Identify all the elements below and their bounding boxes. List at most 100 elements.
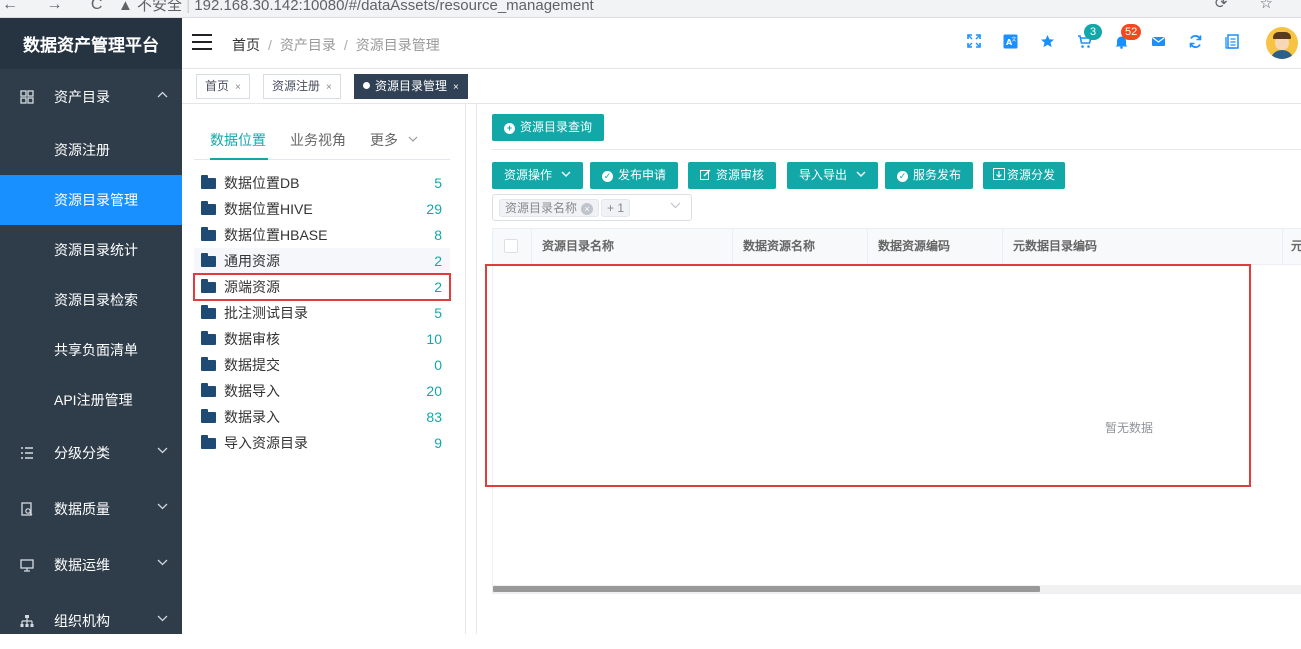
close-icon[interactable]: ×: [235, 82, 241, 93]
tree-node-data-submit[interactable]: 数据提交 0: [194, 352, 450, 378]
resource-ops-dropdown[interactable]: 资源操作: [492, 162, 584, 189]
tree-node-label: 数据提交: [224, 357, 280, 373]
list-icon: [20, 446, 34, 460]
tree-node-label: 数据审核: [224, 331, 280, 347]
sidebar-item-negative-list[interactable]: 共享负面清单: [0, 325, 182, 375]
cart-icon[interactable]: 3: [1066, 24, 1103, 54]
tree-tabs: 数据位置 业务视角 更多: [194, 122, 450, 160]
import-export-dropdown[interactable]: 导入导出: [787, 162, 879, 189]
breadcrumb-home[interactable]: 首页: [232, 37, 260, 53]
divider: [492, 149, 1301, 150]
tree-node-data-import[interactable]: 数据导入 20: [194, 378, 450, 404]
edit-icon: [700, 169, 711, 180]
tree-node-label: 数据导入: [224, 383, 280, 399]
user-avatar[interactable]: [1266, 27, 1298, 59]
scrollbar-thumb[interactable]: [493, 586, 1040, 592]
tag-home[interactable]: 首页 ×: [196, 74, 250, 99]
plus-circle-icon: +: [504, 123, 515, 134]
org-icon: [20, 614, 34, 628]
sidebar: 数据资产管理平台 资产目录 资源注册 资源目录管理 资源目录统计 资源目录检索 …: [0, 18, 182, 634]
menu-group-classification[interactable]: 分级分类: [0, 425, 182, 481]
tree-node-data-audit[interactable]: 数据审核 10: [194, 326, 450, 352]
tag-label: 首页: [205, 79, 230, 93]
tab-more[interactable]: 更多: [370, 130, 418, 150]
translate-icon[interactable]: A文: [992, 34, 1029, 54]
tree-node-label: 导入资源目录: [224, 435, 308, 451]
column-header-catalog-name[interactable]: 资源目录名称: [532, 229, 733, 265]
button-label: 导入导出: [799, 168, 848, 182]
document-icon[interactable]: [1214, 34, 1251, 54]
active-tab-indicator: [210, 158, 268, 160]
sidebar-item-resource-register[interactable]: 资源注册: [0, 125, 182, 175]
svg-text:文: 文: [1012, 36, 1017, 43]
tree-node-label: 批注测试目录: [224, 305, 308, 321]
chevron-down-icon: [157, 501, 168, 513]
button-label: 资源操作: [504, 168, 553, 182]
close-icon[interactable]: ×: [326, 82, 332, 93]
select-all-checkbox[interactable]: [504, 239, 518, 253]
publish-apply-button[interactable]: ✓ 发布申请: [590, 162, 679, 189]
hamburger-menu-icon[interactable]: [192, 34, 212, 50]
button-label: 资源审核: [716, 168, 765, 182]
mail-icon[interactable]: [1140, 34, 1177, 54]
tree-node-annotation-test[interactable]: 批注测试目录 5: [194, 300, 450, 326]
chip-close-icon[interactable]: ×: [581, 203, 594, 215]
security-warning: ▲ 不安全: [118, 0, 183, 14]
breadcrumb-assets[interactable]: 资产目录: [280, 37, 336, 53]
tree-node-label: 数据位置HIVE: [224, 201, 313, 217]
resource-dispatch-button[interactable]: 资源分发: [983, 162, 1066, 189]
fullscreen-icon[interactable]: [955, 34, 992, 54]
tag-resource-register[interactable]: 资源注册 ×: [263, 74, 341, 99]
tag-resource-catalog-management[interactable]: 资源目录管理 ×: [354, 74, 468, 99]
horizontal-scrollbar[interactable]: [493, 585, 1301, 593]
tree-node-hbase[interactable]: 数据位置HBASE 8: [194, 222, 450, 248]
tree-node-general[interactable]: 通用资源 2: [194, 248, 450, 274]
breadcrumb: 首页 / 资产目录 / 资源目录管理: [232, 37, 440, 53]
header-icons: A文 3 52: [955, 24, 1251, 54]
tree-node-source[interactable]: 源端资源 2: [193, 273, 451, 301]
notification-count-badge: 52: [1121, 24, 1142, 40]
doc-search-icon: [20, 502, 34, 516]
sidebar-item-api-register[interactable]: API注册管理: [0, 375, 182, 425]
resource-audit-button[interactable]: 资源审核: [688, 162, 777, 189]
tree-list: 数据位置DB 5 数据位置HIVE 29 数据位置HBASE 8 通用资源 2 源端资源…: [193, 170, 451, 456]
tree-node-db[interactable]: 数据位置DB 5: [194, 170, 450, 196]
tree-node-label: 数据位置HBASE: [224, 227, 328, 243]
browser-right-icons[interactable]: ⟳ ☆: [1215, 0, 1287, 12]
bell-icon[interactable]: 52: [1103, 24, 1142, 54]
select-all-cell: [493, 229, 532, 265]
folder-icon: [201, 175, 216, 189]
button-label: 资源目录查询: [520, 120, 593, 134]
close-icon[interactable]: ×: [453, 82, 459, 93]
menu-group-data-quality[interactable]: 数据质量: [0, 481, 182, 537]
tree-node-import-catalog[interactable]: 导入资源目录 9: [194, 430, 450, 456]
column-header-resource-code[interactable]: 数据资源编码: [868, 229, 1003, 265]
browser-nav-buttons[interactable]: ← → C: [2, 0, 114, 14]
menu-group-organization[interactable]: 组织机构: [0, 593, 182, 649]
catalog-query-button[interactable]: + 资源目录查询: [492, 114, 605, 141]
sidebar-item-resource-catalog-stats[interactable]: 资源目录统计: [0, 225, 182, 275]
tab-data-location[interactable]: 数据位置: [210, 130, 266, 150]
tree-node-count: 9: [434, 435, 442, 451]
folder-icon: [201, 435, 216, 449]
column-header-resource-name[interactable]: 数据资源名称: [733, 229, 868, 265]
menu-group-assets[interactable]: 资产目录: [0, 69, 182, 125]
tree-node-hive[interactable]: 数据位置HIVE 29: [194, 196, 450, 222]
refresh-icon[interactable]: [1177, 34, 1214, 54]
sidebar-item-resource-catalog-management[interactable]: 资源目录管理: [0, 175, 182, 225]
menu-group-label: 资产目录: [54, 89, 110, 105]
column-header-truncated[interactable]: 元: [1283, 229, 1301, 265]
tab-more-label: 更多: [370, 132, 398, 148]
chevron-down-icon: [561, 171, 571, 177]
tab-business-view[interactable]: 业务视角: [290, 130, 346, 150]
folder-icon: [201, 357, 216, 371]
url-text: 192.168.30.142:10080/#/dataAssets/resour…: [194, 0, 594, 14]
menu-group-data-ops[interactable]: 数据运维: [0, 537, 182, 593]
column-header-metadata-code[interactable]: 元数据目录编码: [1003, 229, 1283, 265]
address-bar[interactable]: ▲ 不安全 | 192.168.30.142:10080/#/dataAsset…: [118, 0, 594, 15]
tree-node-data-entry[interactable]: 数据录入 83: [194, 404, 450, 430]
star-icon[interactable]: [1029, 34, 1066, 54]
sidebar-item-resource-catalog-search[interactable]: 资源目录检索: [0, 275, 182, 325]
service-publish-button[interactable]: ✓ 服务发布: [885, 162, 974, 189]
column-filter-select[interactable]: 资源目录名称 × + 1: [492, 194, 692, 221]
